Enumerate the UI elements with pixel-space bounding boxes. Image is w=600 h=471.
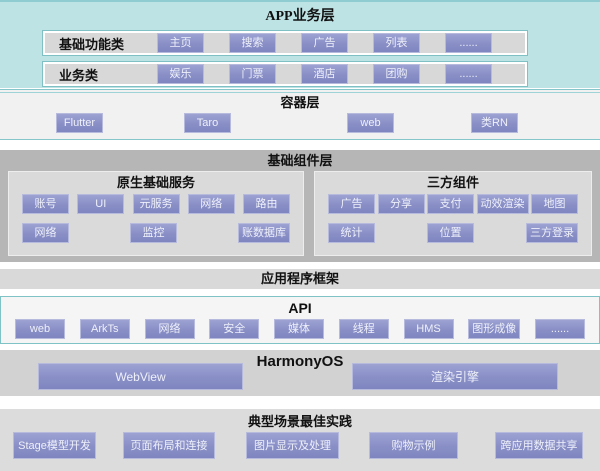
api-buttons: web ArkTs 网络安全媒体线程 HMS 图形成像...... (1, 316, 599, 339)
api-button[interactable]: HMS (404, 319, 454, 339)
native-services-panel-title: 原生基础服务 (9, 172, 303, 191)
best-practice-button[interactable]: 页面布局和连接 (123, 432, 215, 459)
native-services-panel: 原生基础服务 账号UI元服务网络路由网络监控账数据库 (8, 171, 304, 256)
best-practice-layer: 典型场景最佳实践 Stage模型开发页面布局和连接 图片显示及处理 购物示例 跨应用数… (0, 409, 600, 471)
api-button[interactable]: 安全 (209, 319, 259, 339)
third-party-button[interactable]: 位置 (427, 223, 474, 243)
api-button[interactable]: 网络 (145, 319, 195, 339)
best-practice-button[interactable]: 跨应用数据共享 (495, 432, 583, 459)
third-party-button[interactable]: 分享 (378, 194, 425, 214)
harmonyos-layer: HarmonyOS WebView渲染引擎 (0, 350, 600, 396)
api-button[interactable]: ArkTs (80, 319, 130, 339)
component-panels: 原生基础服务 账号UI元服务网络路由网络监控账数据库 三方组件 广告分享支付动效… (8, 171, 592, 256)
app-function-button[interactable]: 主页 (157, 33, 204, 53)
app-function-button[interactable]: 广告 (301, 33, 348, 53)
third-party-button[interactable]: 统计 (328, 223, 375, 243)
third-party-button[interactable]: 地图 (531, 194, 578, 214)
best-practice-button[interactable]: 购物示例 (369, 432, 458, 459)
api-layer: API web ArkTs 网络安全媒体线程 HMS 图形成像...... (0, 296, 600, 344)
native-service-button[interactable]: UI (77, 194, 124, 214)
api-button[interactable]: 媒体 (274, 319, 324, 339)
basic-function-row-label: 基础功能类 (43, 34, 157, 53)
business-class-row-label: 业务类 (43, 65, 157, 84)
app-business-layer-title: APP业务层 (0, 2, 600, 26)
third-party-button[interactable]: 动效渲染 (477, 194, 529, 214)
app-business-button[interactable]: 团购 (373, 64, 420, 84)
container-tech-button[interactable]: web (347, 113, 394, 133)
best-practice-button[interactable]: 图片显示及处理 (246, 432, 339, 459)
third-party-button[interactable]: 三方登录 (526, 223, 578, 243)
harmonyos-engine-button[interactable]: 渲染引擎 (352, 363, 558, 390)
native-service-button[interactable]: 路由 (243, 194, 290, 214)
base-components-layer: 基础组件层 原生基础服务 账号UI元服务网络路由网络监控账数据库 三方组件 广告… (0, 150, 600, 262)
third-party-panel-title: 三方组件 (315, 172, 591, 191)
container-layer: 容器层 Flutter Taro web 类RN (0, 89, 600, 140)
application-framework-band: 应用程序框架 (0, 269, 600, 289)
third-party-button[interactable]: 支付 (427, 194, 474, 214)
business-class-row: 业务类 娱乐 门票 酒店 团购...... (42, 61, 528, 87)
app-function-button[interactable]: 列表 (373, 33, 420, 53)
business-class-buttons: 娱乐 门票 酒店 团购...... (157, 64, 517, 84)
native-services-buttons: 账号UI元服务网络路由网络监控账数据库 (9, 191, 303, 243)
third-party-panel: 三方组件 广告分享支付动效渲染地图统计 位置 三方登录 (314, 171, 592, 256)
container-tech-button[interactable]: 类RN (471, 113, 518, 133)
app-business-button[interactable]: 酒店 (301, 64, 348, 84)
app-business-button[interactable]: ...... (445, 64, 492, 84)
app-business-button[interactable]: 娱乐 (157, 64, 204, 84)
api-button[interactable]: 线程 (339, 319, 389, 339)
api-button[interactable]: web (15, 319, 65, 339)
native-service-button[interactable]: 监控 (130, 223, 177, 243)
app-function-button[interactable]: 搜索 (229, 33, 276, 53)
container-tech-button[interactable]: Flutter (56, 113, 103, 133)
app-business-layer: APP业务层 基础功能类 主页 搜索 广告 列表...... 业务类 娱乐 门票 酒店 团购… (0, 0, 600, 88)
app-function-button[interactable]: ...... (445, 33, 492, 53)
native-service-button[interactable]: 元服务 (133, 194, 180, 214)
api-layer-title: API (1, 297, 599, 316)
native-service-button[interactable]: 网络 (188, 194, 235, 214)
native-service-button[interactable]: 账数据库 (238, 223, 290, 243)
third-party-buttons: 广告分享支付动效渲染地图统计 位置 三方登录 (315, 191, 591, 243)
container-layer-title: 容器层 (0, 90, 600, 111)
basic-function-buttons: 主页 搜索 广告 列表...... (157, 33, 517, 53)
base-components-layer-title: 基础组件层 (0, 153, 600, 169)
container-tech-button[interactable]: Taro (184, 113, 231, 133)
api-button[interactable]: ...... (535, 319, 585, 339)
api-button[interactable]: 图形成像 (468, 319, 520, 339)
native-service-button[interactable]: 网络 (22, 223, 69, 243)
basic-function-row: 基础功能类 主页 搜索 广告 列表...... (42, 30, 528, 56)
app-business-button[interactable]: 门票 (229, 64, 276, 84)
best-practice-button[interactable]: Stage模型开发 (13, 432, 96, 459)
third-party-button[interactable]: 广告 (328, 194, 375, 214)
best-practice-layer-title: 典型场景最佳实践 (0, 409, 600, 430)
harmonyos-engine-button[interactable]: WebView (38, 363, 243, 390)
native-service-button[interactable]: 账号 (22, 194, 69, 214)
